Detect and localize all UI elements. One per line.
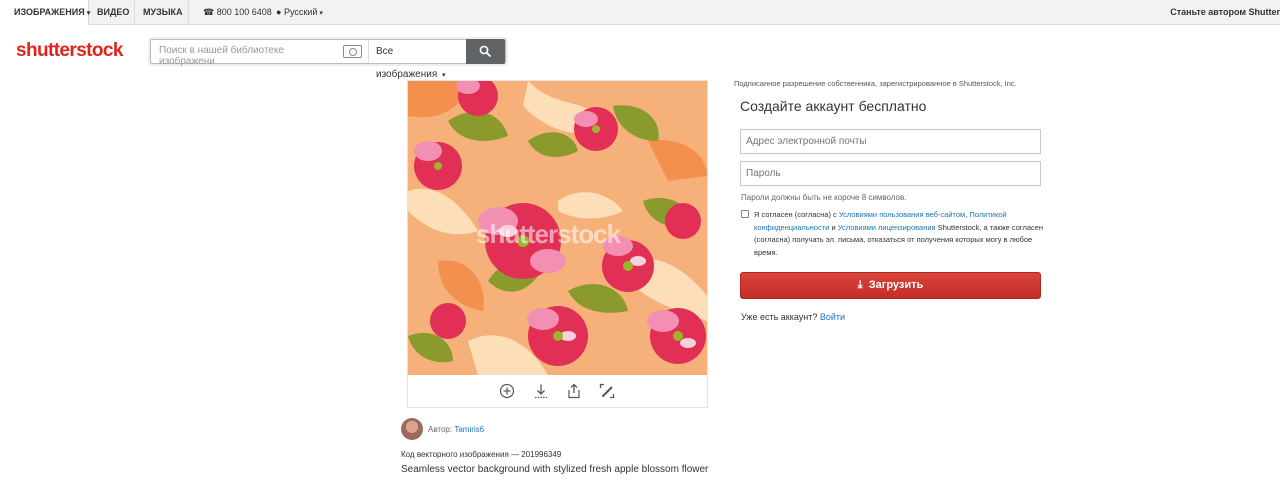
author-link[interactable]: Tamiris6 bbox=[454, 425, 484, 434]
tab-images[interactable]: ИЗОБРАЖЕНИЯ ▾ bbox=[0, 0, 90, 25]
phone-label: 800 100 6408 bbox=[216, 7, 272, 17]
login-link[interactable]: Войти bbox=[820, 312, 845, 322]
share-icon[interactable] bbox=[566, 383, 582, 399]
agree-and: и bbox=[831, 222, 836, 232]
agree-text: Я согласен (согласна) с Условиями пользо… bbox=[754, 210, 1044, 257]
agree-checkbox[interactable] bbox=[741, 210, 749, 218]
edit-icon[interactable] bbox=[599, 383, 615, 399]
password-field-wrapper bbox=[740, 161, 1041, 186]
signup-title: Создайте аккаунт бесплатно bbox=[740, 98, 927, 114]
image-toolbar bbox=[408, 375, 707, 407]
shutterstock-logo[interactable]: shutterstock bbox=[16, 40, 123, 62]
agree-prefix: Я согласен (согласна) с bbox=[754, 210, 837, 219]
globe-icon: ● bbox=[276, 7, 282, 17]
search-bar: Поиск в нашей библиотеке изображени Все … bbox=[150, 39, 506, 80]
zoom-in-icon[interactable] bbox=[499, 383, 515, 399]
download-icon: ⤓ bbox=[857, 279, 863, 291]
author-avatar[interactable] bbox=[401, 418, 423, 440]
tab-images-label: ИЗОБРАЖЕНИЯ bbox=[14, 7, 85, 17]
search-input[interactable]: Поиск в нашей библиотеке изображени bbox=[159, 45, 339, 67]
terms-link[interactable]: Условиями пользования веб-сайтом bbox=[839, 210, 965, 219]
search-button[interactable] bbox=[466, 39, 505, 64]
phone-number: ☎ 800 100 6408 bbox=[203, 0, 272, 25]
apple-blossom-artwork[interactable]: shutterstock bbox=[408, 81, 707, 375]
search-icon bbox=[479, 45, 492, 58]
search-filter-label: Все изображения bbox=[376, 46, 438, 80]
chevron-down-icon: ▾ bbox=[442, 72, 446, 79]
image-caption: Seamless vector background with stylized… bbox=[401, 464, 709, 475]
top-nav-bar: ИЗОБРАЖЕНИЯ ▾ ВИДЕО МУЗЫКА ☎ 800 100 6408… bbox=[0, 0, 1280, 25]
author-label: Автор: bbox=[428, 425, 453, 434]
language-label: Русский bbox=[283, 7, 318, 17]
download-label: Загрузить bbox=[868, 279, 924, 291]
license-link[interactable]: Условиями лицензирования bbox=[838, 223, 936, 232]
search-filter-dropdown[interactable]: Все изображения ▾ bbox=[368, 40, 451, 80]
password-hint: Пароли должны быть не короче 8 символов. bbox=[741, 193, 907, 202]
email-field-wrapper bbox=[740, 129, 1041, 154]
download-button[interactable]: ⤓ Загрузить bbox=[740, 272, 1041, 299]
download-icon[interactable] bbox=[533, 383, 549, 399]
watermark: shutterstock bbox=[476, 219, 621, 249]
email-field[interactable] bbox=[741, 130, 1040, 153]
language-selector[interactable]: ● Русский ▾ bbox=[276, 0, 323, 25]
author-line: Автор: Tamiris6 bbox=[428, 425, 484, 434]
chevron-down-icon: ▾ bbox=[319, 10, 323, 17]
phone-icon: ☎ bbox=[203, 7, 215, 17]
image-card: shutterstock bbox=[407, 80, 708, 408]
legal-notice: Подписанное разрешение собственника, зар… bbox=[734, 79, 1017, 88]
login-prompt: Уже есть аккаунт? Войти bbox=[741, 312, 845, 322]
tab-video[interactable]: ВИДЕО bbox=[89, 0, 135, 25]
vector-code: Код векторного изображения — 201996349 bbox=[401, 450, 562, 459]
password-field[interactable] bbox=[741, 162, 1040, 185]
tab-music[interactable]: МУЗЫКА bbox=[135, 0, 189, 25]
become-contributor-link[interactable]: Станьте автором Shutter bbox=[1170, 0, 1280, 25]
camera-icon[interactable] bbox=[343, 45, 362, 58]
have-account-text: Уже есть аккаунт? bbox=[741, 312, 818, 322]
